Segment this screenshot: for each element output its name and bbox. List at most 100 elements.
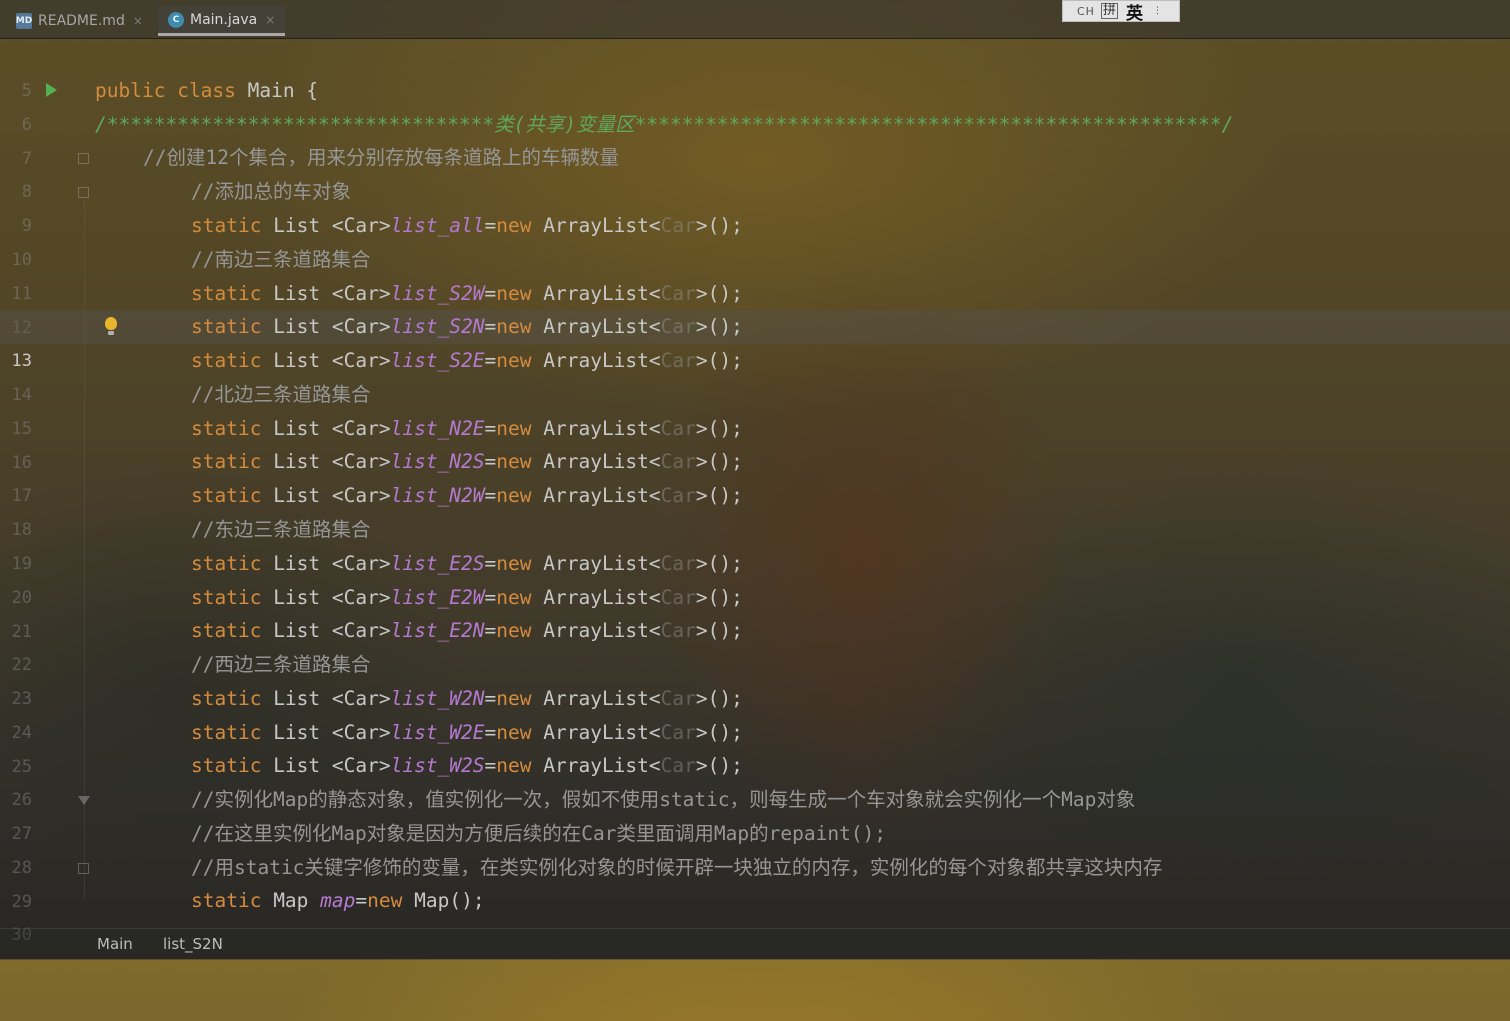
type: List <Car> (261, 754, 391, 777)
comment: //南边三条道路集合 (191, 248, 371, 271)
punctuation: >(); (695, 721, 743, 744)
keyword: new (496, 552, 532, 575)
type: ArrayList< (531, 450, 661, 473)
punctuation: >(); (695, 282, 743, 305)
field-name: list_S2W (390, 282, 485, 305)
code-line[interactable]: 26 static List <Car>list_W2S=new ArrayLi… (0, 749, 1510, 810)
comment: //在这里实例化Map对象是因为方便后续的在Car类里面调用Map的repain… (191, 822, 887, 845)
type: ArrayList< (531, 687, 661, 710)
type: Car (660, 721, 696, 744)
keyword: static (191, 282, 262, 305)
type: List <Car> (261, 552, 391, 575)
type: ArrayList< (531, 349, 661, 372)
type: ArrayList< (531, 754, 661, 777)
tab-readme[interactable]: MD README.md × (6, 6, 153, 36)
keyword: new (496, 282, 532, 305)
punctuation: >(); (695, 552, 743, 575)
code-line[interactable]: 19 //东边三条道路集合 (0, 513, 1510, 574)
operator: = (484, 754, 497, 777)
breadcrumb: Main list_S2N (0, 928, 1510, 960)
run-icon[interactable] (46, 83, 57, 97)
comment: //用static关键字修饰的变量，在类实例化对象的时候开辟一块独立的内存，实例… (191, 856, 1163, 879)
operator: = (484, 484, 497, 507)
type: Car (660, 417, 696, 440)
comment: //北边三条道路集合 (191, 383, 371, 406)
type: Car (660, 282, 696, 305)
type: List <Car> (261, 484, 391, 507)
field-name: list_N2S (390, 450, 485, 473)
code-line[interactable]: 11 //南边三条道路集合 (0, 243, 1510, 304)
code-line[interactable]: 6 public class Main { (0, 74, 1510, 135)
fold-marker-icon[interactable] (78, 796, 90, 805)
type: Map (261, 889, 321, 912)
punctuation: >(); (695, 349, 743, 372)
code-line[interactable]: 21 static List <Car>list_E2W=new ArrayLi… (0, 581, 1510, 642)
code-line[interactable]: 5 (0, 40, 1510, 101)
code-line[interactable]: 22 static List <Car>list_E2N=new ArrayLi… (0, 614, 1510, 675)
code-line-current[interactable]: 13 static List <Car>list_S2N=new ArrayLi… (0, 310, 1510, 371)
keyword: new (496, 484, 532, 507)
operator: = (484, 687, 497, 710)
code-line[interactable]: 18 static List <Car>list_N2W=new ArrayLi… (0, 479, 1510, 540)
type: Map(); (402, 889, 485, 912)
type: Car (660, 450, 696, 473)
code-line[interactable]: 27 //实例化Map的静态对象，值实例化一次，假如不使用static，则每生成… (0, 783, 1510, 844)
type: List <Car> (261, 214, 391, 237)
code-line[interactable]: 30 static Map map=new Map(); (0, 884, 1510, 945)
code-line[interactable]: 14 static List <Car>list_S2E=new ArrayLi… (0, 344, 1510, 405)
operator: = (484, 214, 497, 237)
operator: = (484, 282, 497, 305)
code-line[interactable]: 24 static List <Car>list_W2N=new ArrayLi… (0, 682, 1510, 743)
type: List <Car> (261, 349, 391, 372)
code-line[interactable]: 8 //创建12个集合，用来分别存放每条道路上的车辆数量 (0, 141, 1510, 202)
type: Car (660, 552, 696, 575)
ime-mode-label[interactable]: CH (1077, 5, 1095, 18)
code-line[interactable]: 20 static List <Car>list_E2S=new ArrayLi… (0, 547, 1510, 608)
field-name: list_E2W (390, 586, 485, 609)
breadcrumb-class[interactable]: Main (97, 935, 133, 953)
ime-pinyin-icon[interactable]: 拼 (1100, 3, 1118, 19)
fold-marker-icon[interactable] (78, 187, 89, 198)
code-line[interactable]: 17 static List <Car>list_N2S=new ArrayLi… (0, 445, 1510, 506)
type: List <Car> (261, 619, 391, 642)
code-line[interactable]: 12 static List <Car>list_S2W=new ArrayLi… (0, 277, 1510, 338)
comment: //创建12个集合，用来分别存放每条道路上的车辆数量 (143, 146, 619, 169)
code-line[interactable]: 23 //西边三条道路集合 (0, 648, 1510, 709)
ime-language-toggle[interactable]: 英 (1126, 0, 1143, 24)
tab-main-java[interactable]: C Main.java × (158, 6, 286, 36)
code-line[interactable]: 10 static List <Car>list_all=new ArrayLi… (0, 209, 1510, 270)
code-line[interactable]: 15 //北边三条道路集合 (0, 378, 1510, 439)
code-line[interactable]: 29 //用static关键字修饰的变量，在类实例化对象的时候开辟一块独立的内存… (0, 851, 1510, 912)
code-line[interactable]: 9 //添加总的车对象 (0, 175, 1510, 236)
type: ArrayList< (531, 315, 661, 338)
keyword: public (95, 79, 166, 102)
keyword: new (496, 214, 532, 237)
punctuation: >(); (695, 315, 743, 338)
operator: = (484, 619, 497, 642)
field-name: list_all (390, 214, 485, 237)
close-icon[interactable]: × (265, 13, 275, 27)
keyword: static (191, 586, 262, 609)
type: ArrayList< (531, 282, 661, 305)
keyword: new (496, 754, 532, 777)
code-editor[interactable]: 5 6 public class Main { 7 /*************… (0, 40, 1510, 945)
comment: //添加总的车对象 (191, 180, 351, 203)
breadcrumb-field[interactable]: list_S2N (163, 935, 223, 953)
type: Car (660, 214, 696, 237)
type: List <Car> (261, 721, 391, 744)
punctuation: >(); (695, 619, 743, 642)
type: Car (660, 484, 696, 507)
keyword: static (191, 721, 262, 744)
code-line[interactable]: 7 /*********************************类(共享… (0, 108, 1510, 169)
close-icon[interactable]: × (133, 14, 143, 28)
operator: = (484, 552, 497, 575)
fold-marker-icon[interactable] (78, 863, 89, 874)
code-line[interactable]: 25 static List <Car>list_W2E=new ArrayLi… (0, 716, 1510, 777)
fold-marker-icon[interactable] (78, 153, 89, 164)
lightbulb-icon[interactable] (105, 317, 117, 335)
code-line[interactable]: 16 static List <Car>list_N2E=new ArrayLi… (0, 412, 1510, 473)
ime-drag-handle-icon[interactable]: ⋮ (1153, 6, 1162, 15)
type: Car (660, 687, 696, 710)
ime-toolbar[interactable]: CH 拼 英 ⋮ (1062, 0, 1180, 24)
code-line[interactable]: 28 //在这里实例化Map对象是因为方便后续的在Car类里面调用Map的rep… (0, 817, 1510, 878)
